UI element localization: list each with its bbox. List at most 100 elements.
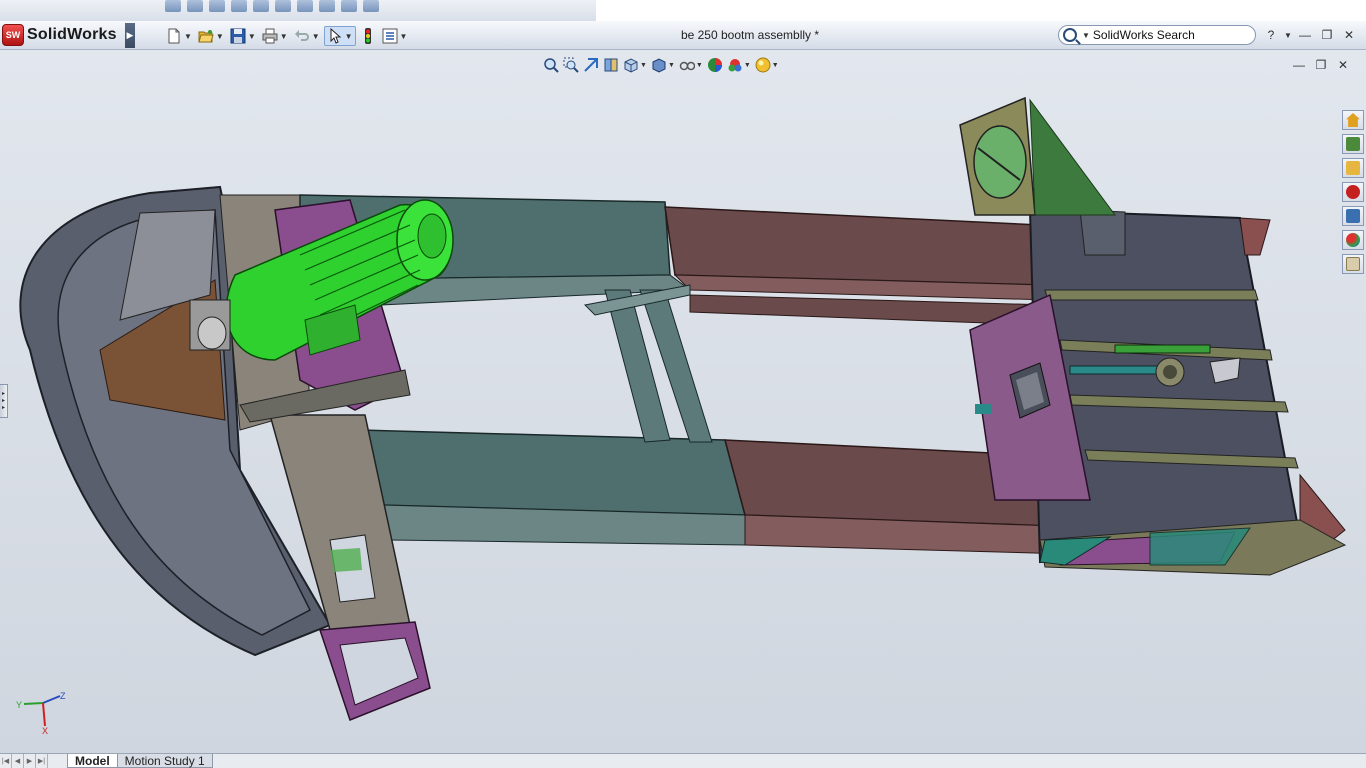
blank-page-icon xyxy=(168,28,180,44)
help-dropdown-icon[interactable]: ▼ xyxy=(1284,26,1292,44)
first-tab-icon[interactable]: |◀ xyxy=(0,754,12,768)
chevron-down-icon[interactable]: ▼ xyxy=(184,32,192,41)
chevron-down-icon[interactable]: ▼ xyxy=(400,32,408,41)
search-dropdown-icon[interactable]: ▼ xyxy=(1082,31,1090,40)
home-icon xyxy=(1346,113,1360,127)
assembly-model-view[interactable] xyxy=(0,50,1366,753)
z-axis-label: Z xyxy=(60,691,66,701)
task-pane-design-library[interactable] xyxy=(1342,134,1364,154)
view-orientation-icon xyxy=(624,58,638,73)
view-settings-button[interactable]: ▼ xyxy=(755,57,779,73)
zoom-to-area-button[interactable] xyxy=(563,57,579,73)
task-pane-file-explorer[interactable] xyxy=(1342,158,1364,178)
chevron-down-icon[interactable]: ▼ xyxy=(248,32,256,41)
zoom-to-area-icon xyxy=(563,57,579,73)
orientation-icon xyxy=(253,0,269,12)
view-orientation-button[interactable]: ▼ xyxy=(623,57,647,73)
menu-flyout-button[interactable]: ▶ xyxy=(125,23,135,48)
feature-manager-expand-handle[interactable]: ▸ ▸ ▸ xyxy=(0,384,8,418)
window-controls: ? ▼ — ❐ ✕ xyxy=(1262,26,1358,44)
chevron-down-icon[interactable]: ▼ xyxy=(280,32,288,41)
previous-toolbar-strip xyxy=(0,0,1366,21)
doc-restore-button[interactable]: ❐ xyxy=(1314,58,1328,72)
z-axis-line xyxy=(42,695,61,704)
zoom-to-fit-icon xyxy=(544,58,559,73)
document-title: be 250 bootm assemblly * xyxy=(680,28,820,42)
last-tab-icon[interactable]: ▶| xyxy=(36,754,48,768)
task-pane-tabs xyxy=(1342,110,1366,274)
view-settings-icon xyxy=(755,57,771,73)
appearance-icon xyxy=(319,0,335,12)
task-pane-home[interactable] xyxy=(1342,110,1364,130)
undo-button[interactable]: ▼ xyxy=(292,26,322,46)
cursor-arrow-icon xyxy=(330,28,341,44)
previous-view-button[interactable] xyxy=(583,57,599,73)
minimize-button[interactable]: — xyxy=(1296,26,1314,44)
options-button[interactable]: ▼ xyxy=(380,26,410,46)
reference-triad: Z Y X xyxy=(16,691,66,736)
new-document-button[interactable]: ▼ xyxy=(164,26,194,46)
search-input[interactable] xyxy=(1092,28,1253,42)
chevron-down-icon[interactable]: ▼ xyxy=(312,32,320,41)
prev-tab-icon[interactable]: ◀ xyxy=(12,754,24,768)
rebuild-button[interactable] xyxy=(358,26,378,46)
solidworks-logo[interactable]: SW SolidWorks xyxy=(2,24,124,46)
ghost-toolbar xyxy=(0,0,596,21)
solidworks-search[interactable]: ▼ xyxy=(1058,25,1256,45)
chevron-down-icon[interactable]: ▼ xyxy=(668,62,675,69)
list-options-icon xyxy=(382,28,398,44)
save-button[interactable]: ▼ xyxy=(228,26,258,46)
section-icon xyxy=(231,0,247,12)
task-pane-custom-properties[interactable] xyxy=(1342,254,1364,274)
tab-motion-study-1[interactable]: Motion Study 1 xyxy=(116,754,213,768)
tab-model[interactable]: Model xyxy=(67,754,118,768)
select-button[interactable]: ▼ xyxy=(323,26,356,46)
search-icon[interactable] xyxy=(1063,28,1077,42)
doc-minimize-button[interactable]: — xyxy=(1292,58,1306,72)
hide-show-icon xyxy=(297,0,313,12)
display-style-button[interactable]: ▼ xyxy=(651,57,675,73)
tab-navigation: |◀ ◀ ▶ ▶| xyxy=(0,754,68,768)
section-view-button[interactable] xyxy=(603,57,619,73)
doc-close-button[interactable]: ✕ xyxy=(1336,58,1350,72)
scene-icon xyxy=(341,0,357,12)
chevron-down-icon[interactable]: ▼ xyxy=(772,62,779,69)
heads-up-view-toolbar: ▼ ▼ ▼ ▼ ▼ xyxy=(543,55,779,75)
chevron-down-icon[interactable]: ▼ xyxy=(696,62,703,69)
restore-button[interactable]: ❐ xyxy=(1318,26,1336,44)
chevron-down-icon[interactable]: ▼ xyxy=(744,62,751,69)
model-tab-bar: |◀ ◀ ▶ ▶| Model Motion Study 1 xyxy=(0,753,1366,768)
task-pane-search-results[interactable] xyxy=(1342,182,1364,202)
help-button[interactable]: ? xyxy=(1262,26,1280,44)
tail-housing[interactable] xyxy=(1028,208,1347,576)
display-icon xyxy=(275,0,291,12)
search-results-icon xyxy=(1346,185,1360,199)
zoom-icon xyxy=(165,0,181,12)
previous-view-icon xyxy=(584,58,598,72)
open-button[interactable]: ▼ xyxy=(196,26,226,46)
next-tab-icon[interactable]: ▶ xyxy=(24,754,36,768)
chevron-down-icon[interactable]: ▼ xyxy=(216,32,224,41)
apply-scene-button[interactable]: ▼ xyxy=(727,57,751,73)
traffic-light-icon xyxy=(364,28,371,44)
chevron-down-icon[interactable]: ▼ xyxy=(345,32,353,41)
sw-badge-icon: SW xyxy=(2,24,24,46)
hide-show-items-button[interactable]: ▼ xyxy=(679,57,703,73)
chevron-down-icon[interactable]: ▼ xyxy=(640,62,647,69)
title-bar: SW SolidWorks ▶ ▼ ▼ ▼ ▼ ▼ ▼ ▼ be 250 boo… xyxy=(0,21,1366,50)
undo-arrow-icon xyxy=(294,30,309,41)
hide-show-items-icon xyxy=(679,61,695,71)
discharge-spout[interactable] xyxy=(959,96,1116,216)
close-button[interactable]: ✕ xyxy=(1340,26,1358,44)
graphics-area[interactable]: ▼ ▼ ▼ ▼ ▼ — ❐ ✕ ▸ ▸ ▸ Z Y X xyxy=(0,50,1366,753)
task-pane-view-palette[interactable] xyxy=(1342,206,1364,226)
edit-appearance-button[interactable] xyxy=(707,57,723,73)
custom-properties-icon xyxy=(1346,257,1360,271)
task-pane-appearances[interactable] xyxy=(1342,230,1364,250)
y-axis-label: Y xyxy=(16,700,22,710)
zoom-to-fit-button[interactable] xyxy=(543,57,559,73)
print-button[interactable]: ▼ xyxy=(260,26,290,46)
zoom-area-icon xyxy=(187,0,203,12)
apply-scene-icon xyxy=(728,59,742,72)
standard-toolbar: ▼ ▼ ▼ ▼ ▼ ▼ ▼ xyxy=(164,25,409,47)
